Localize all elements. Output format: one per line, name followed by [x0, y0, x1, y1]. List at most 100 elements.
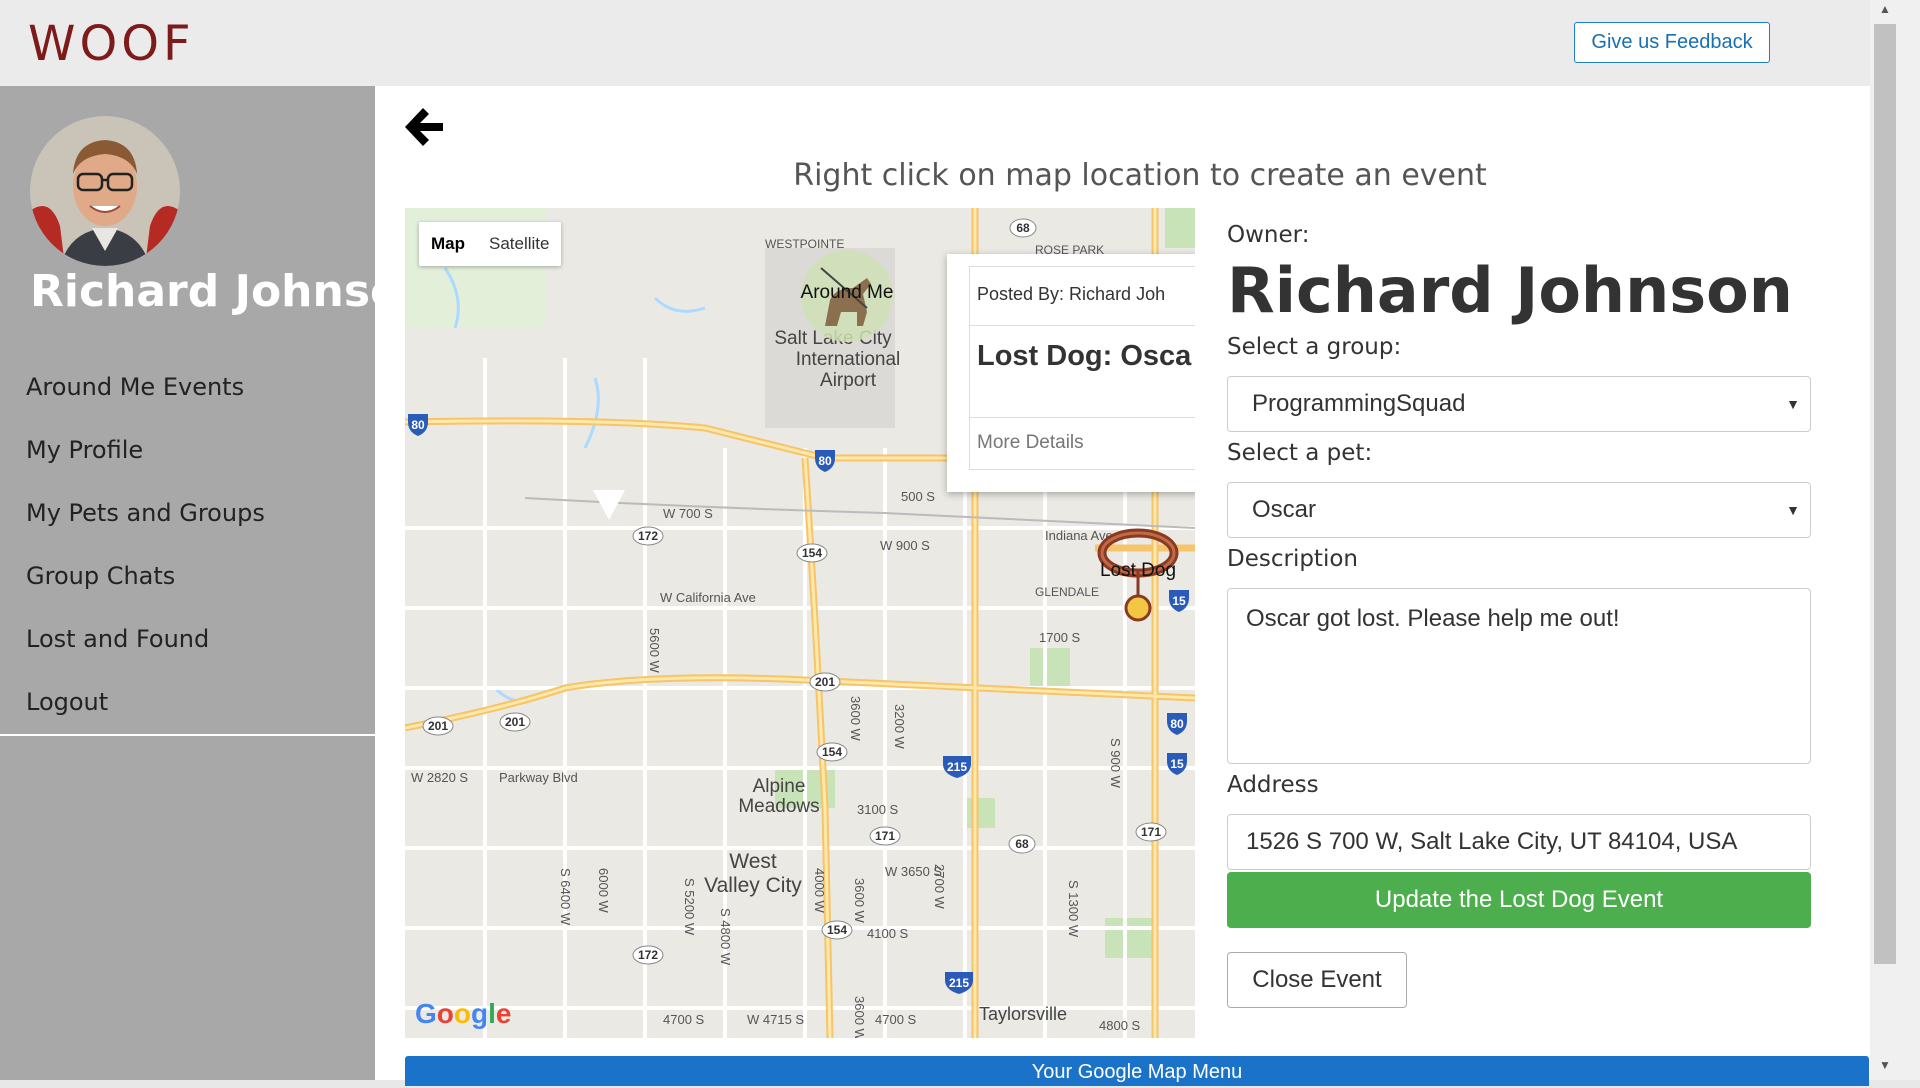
map-label-alpine-2: Meadows — [738, 796, 819, 817]
sidebar-item-lost-and-found[interactable]: Lost and Found — [0, 608, 375, 671]
route-shield-154-a: 154 — [796, 543, 828, 563]
map-label-4100s: 4100 S — [867, 926, 909, 941]
back-arrow-icon[interactable] — [401, 104, 447, 150]
map-label-s5200w: S 5200 W — [682, 878, 697, 936]
info-window-posted-by: Posted By: Richard Joh — [977, 284, 1166, 304]
route-shield-201-c-label: 201 — [505, 715, 525, 729]
route-shield-154-b-label: 154 — [822, 745, 842, 759]
google-map[interactable]: WESTPOINTE ROSE PARK W 700 S 500 S W 900… — [405, 208, 1195, 1038]
map-label-2700w: 2700 W — [932, 864, 947, 910]
map-label-airport-3: Airport — [820, 370, 877, 391]
map-label-w900s: W 900 S — [880, 538, 930, 553]
map-instructions: Right click on map location to create an… — [793, 158, 1487, 193]
sidebar-nav: Around Me Events My Profile My Pets and … — [0, 356, 375, 736]
app-logo[interactable]: WOOF — [28, 16, 195, 72]
google-map-menu-button[interactable]: Your Google Map Menu — [405, 1056, 1869, 1086]
update-event-button[interactable]: Update the Lost Dog Event — [1227, 872, 1811, 928]
route-shield-171-b-label: 171 — [1141, 825, 1161, 839]
route-shield-154-c-label: 154 — [827, 923, 847, 937]
route-shield-172-b: 172 — [632, 945, 664, 965]
route-shield-172-b-label: 172 — [638, 948, 658, 962]
description-value: Oscar got lost. Please help me out! — [1246, 605, 1620, 632]
map-label-6000w: 6000 W — [596, 868, 611, 914]
owner-label: Owner: — [1227, 222, 1310, 248]
google-logo: Google — [415, 998, 512, 1029]
map-label-3600w-c: 3600 W — [852, 996, 867, 1038]
map-type-satellite-button[interactable]: Satellite — [477, 222, 561, 266]
sidebar-item-around-me-events[interactable]: Around Me Events — [0, 356, 375, 419]
avatar — [30, 116, 180, 266]
route-shield-201-b: 201 — [422, 716, 454, 736]
route-shield-201-a: 201 — [809, 672, 841, 692]
map-label-4000w: 4000 W — [812, 868, 827, 914]
map-label-w4715s: W 4715 S — [747, 1012, 804, 1027]
info-window-title: Lost Dog: Osca — [977, 340, 1192, 372]
group-select[interactable]: ProgrammingSquad ▼ — [1227, 376, 1811, 432]
map-label-s4800w: S 4800 W — [718, 908, 733, 966]
event-form: Owner: Richard Johnson Select a group: P… — [1195, 208, 1870, 1038]
map-label-s1300w: S 1300 W — [1066, 880, 1081, 938]
pet-select-value: Oscar — [1252, 496, 1317, 523]
close-event-button[interactable]: Close Event — [1227, 952, 1407, 1008]
route-shield-154-c: 154 — [821, 920, 853, 940]
address-input[interactable]: 1526 S 700 W, Salt Lake City, UT 84104, … — [1227, 814, 1811, 870]
map-label-3100s: 3100 S — [857, 802, 899, 817]
map-label-s500: 500 S — [901, 489, 935, 504]
owner-name: Richard Johnson — [1227, 254, 1793, 327]
map-type-map-button[interactable]: Map — [419, 222, 477, 266]
main-content: Right click on map location to create an… — [375, 86, 1870, 1086]
address-label: Address — [1227, 772, 1319, 798]
map-label-parkway: Parkway Blvd — [499, 770, 578, 785]
sidebar-item-my-pets-and-groups[interactable]: My Pets and Groups — [0, 482, 375, 545]
route-shield-171-b: 171 — [1135, 822, 1167, 842]
map-label-3600w: 3600 W — [848, 696, 863, 742]
route-shield-68-a-label: 68 — [1016, 221, 1030, 235]
map-label-west-valley-2: Valley City — [704, 874, 802, 897]
around-me-label: Around Me — [801, 282, 894, 303]
interstate-shield-80-a-label: 80 — [411, 418, 425, 432]
sidebar-user-name: Richard Johnson — [30, 266, 432, 317]
chevron-down-icon: ▼ — [1786, 502, 1800, 518]
map-label-w2820s: W 2820 S — [411, 770, 468, 785]
avatar-photo-icon — [30, 116, 180, 266]
lost-dog-label: Lost Dog — [1100, 560, 1176, 581]
map-label-airport-2: International — [796, 349, 901, 370]
sidebar-item-logout[interactable]: Logout — [0, 671, 375, 734]
route-shield-172-a: 172 — [632, 526, 664, 546]
map-type-control: Map Satellite — [419, 222, 562, 266]
info-window-more-details-link[interactable]: More Details — [977, 432, 1084, 454]
route-shield-154-b: 154 — [816, 742, 848, 762]
description-textarea[interactable]: Oscar got lost. Please help me out! — [1227, 588, 1811, 764]
address-value: 1526 S 700 W, Salt Lake City, UT 84104, … — [1246, 828, 1738, 855]
sidebar-item-my-profile[interactable]: My Profile — [0, 419, 375, 482]
scroll-up-arrow-icon[interactable]: ▲ — [1870, 2, 1900, 22]
description-label: Description — [1227, 546, 1358, 572]
feedback-button[interactable]: Give us Feedback — [1574, 22, 1770, 63]
interstate-shield-215-b-label: 215 — [949, 976, 969, 990]
route-shield-201-b-label: 201 — [428, 719, 448, 733]
map-label-w700s: W 700 S — [663, 506, 713, 521]
scroll-down-arrow-icon[interactable]: ▼ — [1870, 1058, 1900, 1078]
map-label-s900w: S 900 W — [1108, 738, 1123, 789]
map-label-4700s-a: 4700 S — [663, 1012, 705, 1027]
route-shield-68-b-label: 68 — [1015, 837, 1029, 851]
sidebar-item-group-chats[interactable]: Group Chats — [0, 545, 375, 608]
route-shield-172-a-label: 172 — [638, 529, 658, 543]
sidebar: Richard Johnson Around Me Events My Prof… — [0, 86, 432, 1080]
map-label-west-valley-1: West — [729, 850, 777, 873]
group-select-label: Select a group: — [1227, 334, 1402, 360]
info-window-divider — [970, 417, 1195, 418]
pet-select[interactable]: Oscar ▼ — [1227, 482, 1811, 538]
interstate-shield-80-b-label: 80 — [818, 454, 832, 468]
interstate-shield-15-b-label: 15 — [1170, 757, 1184, 771]
info-window-divider — [970, 325, 1195, 326]
map-label-glendale: GLENDALE — [1035, 585, 1099, 599]
map-label-california: W California Ave — [660, 590, 756, 605]
map-label-westpointe: WESTPOINTE — [765, 237, 844, 251]
map-label-4700s-b: 4700 S — [875, 1012, 917, 1027]
route-shield-68-b: 68 — [1008, 834, 1036, 854]
around-me-marker[interactable]: Around Me — [801, 250, 894, 342]
map-info-window: Posted By: Richard Joh Lost Dog: Osca Mo… — [947, 254, 1195, 492]
map-label-taylorsville: Taylorsville — [979, 1004, 1067, 1024]
map-label-indiana: Indiana Ave — [1045, 528, 1113, 543]
